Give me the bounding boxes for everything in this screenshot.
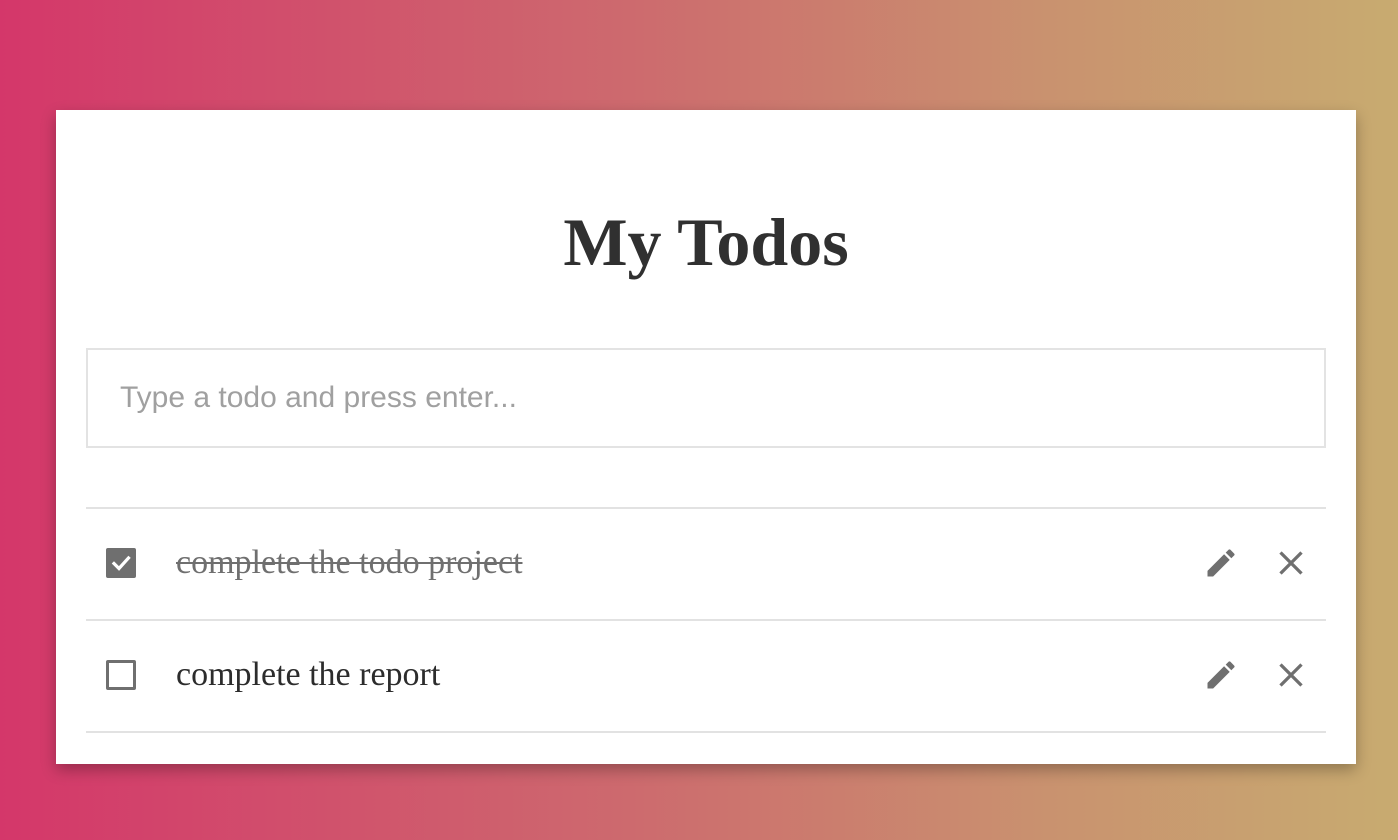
todo-list: complete the todo project complete the r… xyxy=(86,507,1326,733)
check-icon xyxy=(111,555,131,571)
todo-item: complete the todo project xyxy=(86,509,1326,621)
todo-text: complete the todo project xyxy=(176,544,523,581)
delete-button[interactable] xyxy=(1273,657,1309,693)
close-icon xyxy=(1279,663,1303,687)
todo-checkbox-unchecked[interactable] xyxy=(106,660,136,690)
close-icon xyxy=(1279,551,1303,575)
todo-item: complete the report xyxy=(86,621,1326,733)
pencil-icon xyxy=(1207,549,1235,577)
page-title: My Todos xyxy=(563,204,849,280)
delete-button[interactable] xyxy=(1273,545,1309,581)
todo-checkbox-checked[interactable] xyxy=(106,548,136,578)
todo-text: complete the report xyxy=(176,656,441,693)
edit-button[interactable] xyxy=(1203,545,1239,581)
pencil-icon xyxy=(1207,661,1235,689)
todo-input[interactable] xyxy=(86,348,1326,448)
todo-card: My Todos complete the todo project xyxy=(56,110,1356,764)
edit-button[interactable] xyxy=(1203,657,1239,693)
